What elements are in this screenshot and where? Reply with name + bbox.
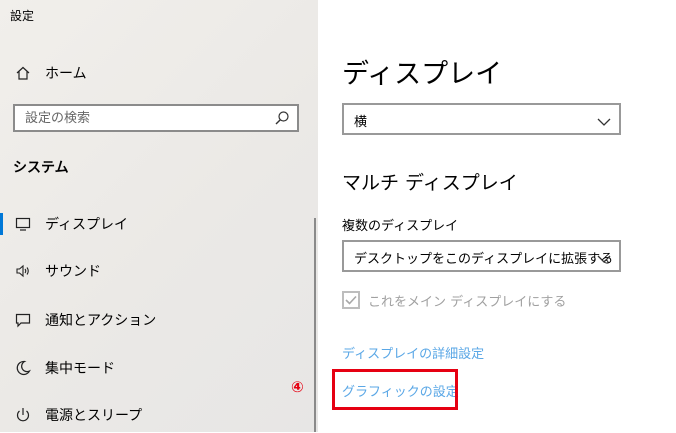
main-display-checkbox-row[interactable]: これをメイン ディスプレイにする — [342, 288, 566, 312]
checkbox-label: これをメイン ディスプレイにする — [368, 294, 567, 310]
scrollbar[interactable] — [314, 218, 316, 432]
search-icon[interactable] — [273, 109, 291, 127]
field-label: 複数のディスプレイ — [342, 219, 459, 234]
section-heading: マルチ ディスプレイ — [342, 172, 518, 194]
power-icon — [13, 405, 33, 425]
sidebar-item-label: ディスプレイ — [45, 217, 129, 233]
sidebar-item-label: 通知とアクション — [45, 313, 157, 329]
monitor-icon — [13, 214, 33, 234]
page-title: ディスプレイ — [342, 59, 503, 90]
sidebar-item-display[interactable]: ディスプレイ — [0, 206, 318, 242]
dropdown-value: デスクトップをこのディスプレイに拡張する — [354, 252, 614, 267]
advanced-display-link[interactable]: ディスプレイの詳細設定 — [342, 343, 484, 362]
sidebar-item-home[interactable]: ホーム — [0, 55, 318, 91]
search-input[interactable] — [15, 106, 275, 130]
active-indicator — [0, 213, 3, 235]
sidebar-item-sound[interactable]: サウンド — [0, 253, 318, 289]
sidebar: 設定 ホーム システム ディスプレイ サウンド 通知とアクション — [0, 0, 318, 432]
annotation-badge: ④ — [291, 378, 304, 396]
sidebar-item-label: 集中モード — [45, 361, 115, 377]
checkmark-icon — [345, 295, 357, 305]
search-box[interactable] — [13, 104, 299, 132]
main-display-checkbox[interactable] — [342, 291, 360, 309]
sidebar-item-power[interactable]: 電源とスリープ — [0, 397, 318, 433]
sidebar-item-focus[interactable]: 集中モード — [0, 350, 318, 386]
multi-display-dropdown[interactable]: デスクトップをこのディスプレイに拡張する — [342, 240, 621, 272]
chevron-down-icon — [597, 113, 611, 126]
highlight-box — [332, 369, 458, 410]
section-title: システム — [13, 160, 69, 176]
sidebar-item-notifications[interactable]: 通知とアクション — [0, 302, 318, 338]
dropdown-value: 横 — [354, 115, 368, 130]
chevron-down-icon — [597, 250, 611, 263]
moon-icon — [13, 358, 33, 378]
orientation-dropdown[interactable]: 横 — [342, 103, 621, 135]
sidebar-item-label: 電源とスリープ — [45, 408, 143, 424]
notification-icon — [13, 310, 33, 330]
sidebar-item-label: サウンド — [45, 264, 101, 280]
window-title: 設定 — [10, 9, 35, 23]
speaker-icon — [13, 261, 33, 281]
home-icon — [13, 63, 33, 83]
main-panel: ディスプレイ 横 マルチ ディスプレイ 複数のディスプレイ デスクトップをこのデ… — [318, 0, 676, 432]
sidebar-item-label: ホーム — [45, 66, 87, 82]
